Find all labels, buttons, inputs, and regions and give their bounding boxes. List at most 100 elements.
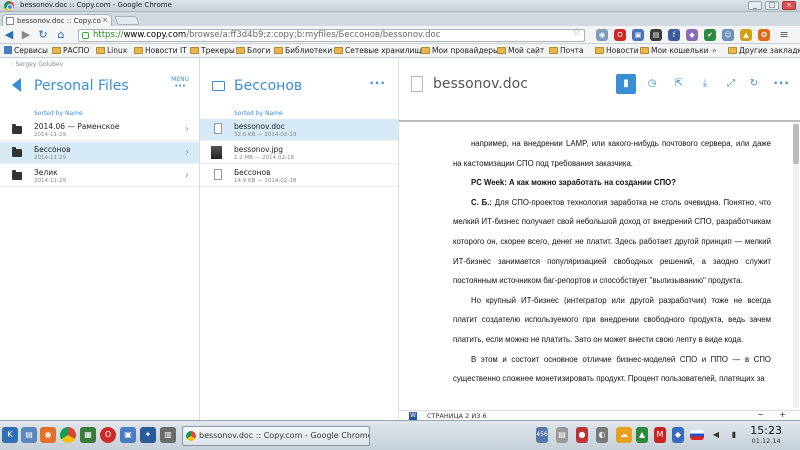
history-clock-icon[interactable]: ◷ [642,74,662,94]
tray-icon-4[interactable]: ◐ [596,427,608,443]
file-row[interactable]: bessonov.jpg 1.2 MB — 2014-02-18 [200,142,398,164]
more-options-icon[interactable]: ··· [773,76,790,90]
tray-icon-1[interactable]: 456 [536,427,548,443]
tray-icon-2[interactable]: ▤ [556,427,568,443]
folder-date: 2014-11-29 [34,178,66,184]
address-bar[interactable]: https://www.copy.com/browse/a:ff3d4b9;z:… [78,29,585,42]
more-options-icon[interactable]: ··· [369,76,386,90]
bookmark-star-icon[interactable]: ☆ [572,27,581,38]
tray-icon-5[interactable]: ▲ [636,427,648,443]
firefox-icon[interactable]: ◉ [40,427,56,443]
file-row[interactable]: Бессонов 14.9 KB — 2014-02-18 [200,165,398,187]
download-icon[interactable]: ⤓ [695,74,715,94]
extension-icon-1[interactable]: ◉ [596,29,608,41]
volume-icon[interactable]: ◀ [710,427,722,443]
sort-label[interactable]: Sorted by Name [34,110,83,117]
chrome-menu-icon[interactable]: ≡ [778,29,790,41]
file-name: bessonov.doc [234,122,285,131]
opera-extension-icon[interactable]: O [614,29,626,41]
forward-icon[interactable]: ▶ [20,29,32,41]
file-meta: 32.0 KB — 2014-02-19 [234,132,297,138]
doc-favicon-icon [6,17,14,25]
app-icon-2[interactable]: ▣ [120,427,136,443]
network-icon[interactable]: ▮ [728,427,740,443]
personal-files-pane: ◦ Sergey Golubev Personal Files MENU ··· … [0,58,200,420]
extension-icon-7[interactable]: ☺ [722,29,734,41]
app-icon-1[interactable]: ▦ [80,427,96,443]
scrollbar-thumb[interactable] [793,124,799,164]
reload-icon[interactable]: ↻ [37,29,49,41]
user-name: ◦ Sergey Golubev [10,61,64,68]
fullscreen-icon[interactable]: ⤢ [721,74,741,94]
menu-button[interactable]: MENU ··· [171,76,189,92]
tab-close-icon[interactable]: × [102,16,108,24]
tray-icon-3[interactable]: ● [576,427,588,443]
bookmark-services[interactable]: Сервисы [4,46,48,55]
back-icon[interactable]: ◀ [3,29,15,41]
app-icon-4[interactable]: ▥ [160,427,176,443]
refresh-icon[interactable]: ↻ [744,74,764,94]
extension-icon-2[interactable]: ▣ [632,29,644,41]
browser-toolbar: ◀ ▶ ↻ ⌂ https://www.copy.com/browse/a:ff… [0,26,800,44]
extension-icon-4[interactable]: f [668,29,680,41]
word-icon: W [409,412,417,420]
bookmark-trackers[interactable]: Трекеры [190,46,235,55]
chevron-right-icon: › [185,170,189,181]
document-title: bessonov.doc [433,76,528,92]
back-arrow-icon[interactable] [12,78,21,92]
zoom-in-icon[interactable]: + [779,410,786,419]
opera-icon[interactable]: O [100,427,116,443]
document-preview-pane: bessonov.doc ▮ ◷ ⇱ ⤓ ⤢ ↻ ··· например, н… [399,58,800,420]
pane1-title: Personal Files [34,78,129,94]
close-window-button[interactable]: × [782,1,796,10]
bookmark-linux[interactable]: Linux [96,46,127,55]
window-titlebar: bessonov.doc :: Copy.com - Google Chrome… [0,0,800,12]
file-row-selected[interactable]: bessonov.doc 32.0 KB — 2014-02-19 [200,119,398,141]
kde-start-icon[interactable]: K [2,427,18,443]
bookmark-raspo[interactable]: РАСПО [52,46,89,55]
bookmark-other[interactable]: Другие закладки [728,46,800,55]
taskbar-chrome-window[interactable]: bessonov.doc :: Copy.com - Google Chrome [182,426,370,446]
address-path: /browse/a:ff3d4b9;z:copy;b:myfiles/Бессо… [186,30,441,40]
home-icon[interactable]: ⌂ [55,29,67,41]
file-view-button[interactable]: ▮ [616,74,636,94]
zoom-out-icon[interactable]: − [757,410,764,419]
bookmark-blogs[interactable]: Блоги [236,46,270,55]
document-scrollbar[interactable] [793,122,799,408]
russian-flag-icon[interactable] [690,430,704,440]
document-viewer[interactable]: например, на внедрении LAMP, или какого-… [399,120,800,410]
folder-icon [595,47,604,54]
folder-row-selected[interactable]: Бессонов 2014-11-29 › [0,142,199,164]
tray-icon-6[interactable]: ◆ [672,427,684,443]
sort-label[interactable]: Sorted by Name [234,110,283,117]
share-icon[interactable]: ⇱ [669,74,689,94]
bookmark-providers[interactable]: Мои провайдеры [421,46,499,55]
extension-icon-6[interactable]: ✔ [704,29,716,41]
extension-icon-8[interactable]: ▲ [740,29,752,41]
app-icon-3[interactable]: ✦ [140,427,156,443]
bookmark-wallets[interactable]: Мои кошельки [640,46,709,55]
file-manager-icon[interactable]: ▤ [21,427,37,443]
folder-row[interactable]: Зелик 2014-11-29 › [0,165,199,187]
bookmark-news[interactable]: Новости [595,46,639,55]
chrome-icon[interactable] [60,427,76,443]
minimize-button[interactable]: _ [748,1,762,10]
browser-tab[interactable]: bessonov.doc :: Copy.co × [2,14,112,26]
new-tab-button[interactable] [114,16,140,25]
tab-strip: bessonov.doc :: Copy.co × [0,12,800,26]
extension-icon-9[interactable]: ✪ [758,29,770,41]
taskbar: K ▤ ◉ ▦ O ▣ ✦ ▥ bessonov.doc :: Copy.com… [0,420,800,450]
bookmark-my-site[interactable]: Мой сайт [497,46,544,55]
weather-icon[interactable]: ☁ [616,427,632,443]
extension-icon-3[interactable]: ▤ [650,29,662,41]
bookmark-libraries[interactable]: Библиотеки [274,46,332,55]
maximize-button[interactable]: □ [765,1,779,10]
folder-row[interactable]: 2014.06 — Раменское 2014-11-29 › [0,119,199,141]
bookmark-news-it[interactable]: Новости IT [134,46,187,55]
mail-tray-icon[interactable]: M [654,427,666,443]
bookmarks-overflow-icon[interactable]: » [712,46,717,55]
bookmark-mail[interactable]: Почта [549,46,584,55]
extension-icon-5[interactable]: ◆ [686,29,698,41]
clock[interactable]: 15:23 01.12.14 [750,424,782,445]
bookmark-storage[interactable]: Сетевые хранилищ [334,46,421,55]
